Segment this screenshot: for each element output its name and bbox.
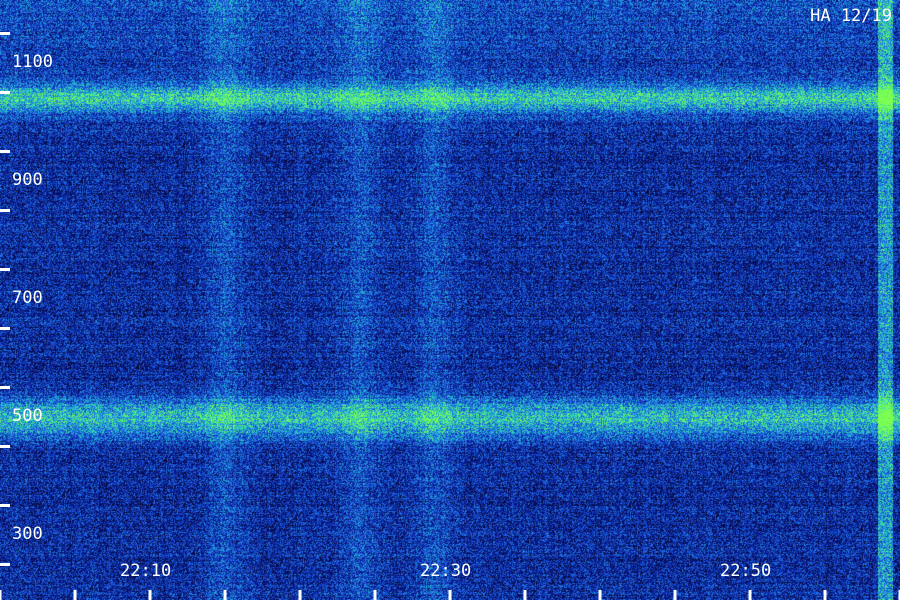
chart-title: HA 12/19: [810, 6, 892, 26]
y-tick-label: 300: [12, 524, 43, 544]
x-tick-label: 22:50: [720, 561, 772, 581]
x-tick-label: 22:10: [120, 561, 172, 581]
y-tick-label: 900: [12, 170, 43, 190]
y-tick-label: 1100: [12, 52, 53, 72]
x-tick-label: 22:30: [420, 561, 472, 581]
spectrogram-figure: HA 12/19 300 500 700 900 1100 22:10 22:30 22:5…: [0, 0, 900, 600]
y-tick-label: 500: [12, 406, 43, 426]
y-tick-label: 700: [12, 288, 43, 308]
axis-ticks: [0, 32, 900, 600]
